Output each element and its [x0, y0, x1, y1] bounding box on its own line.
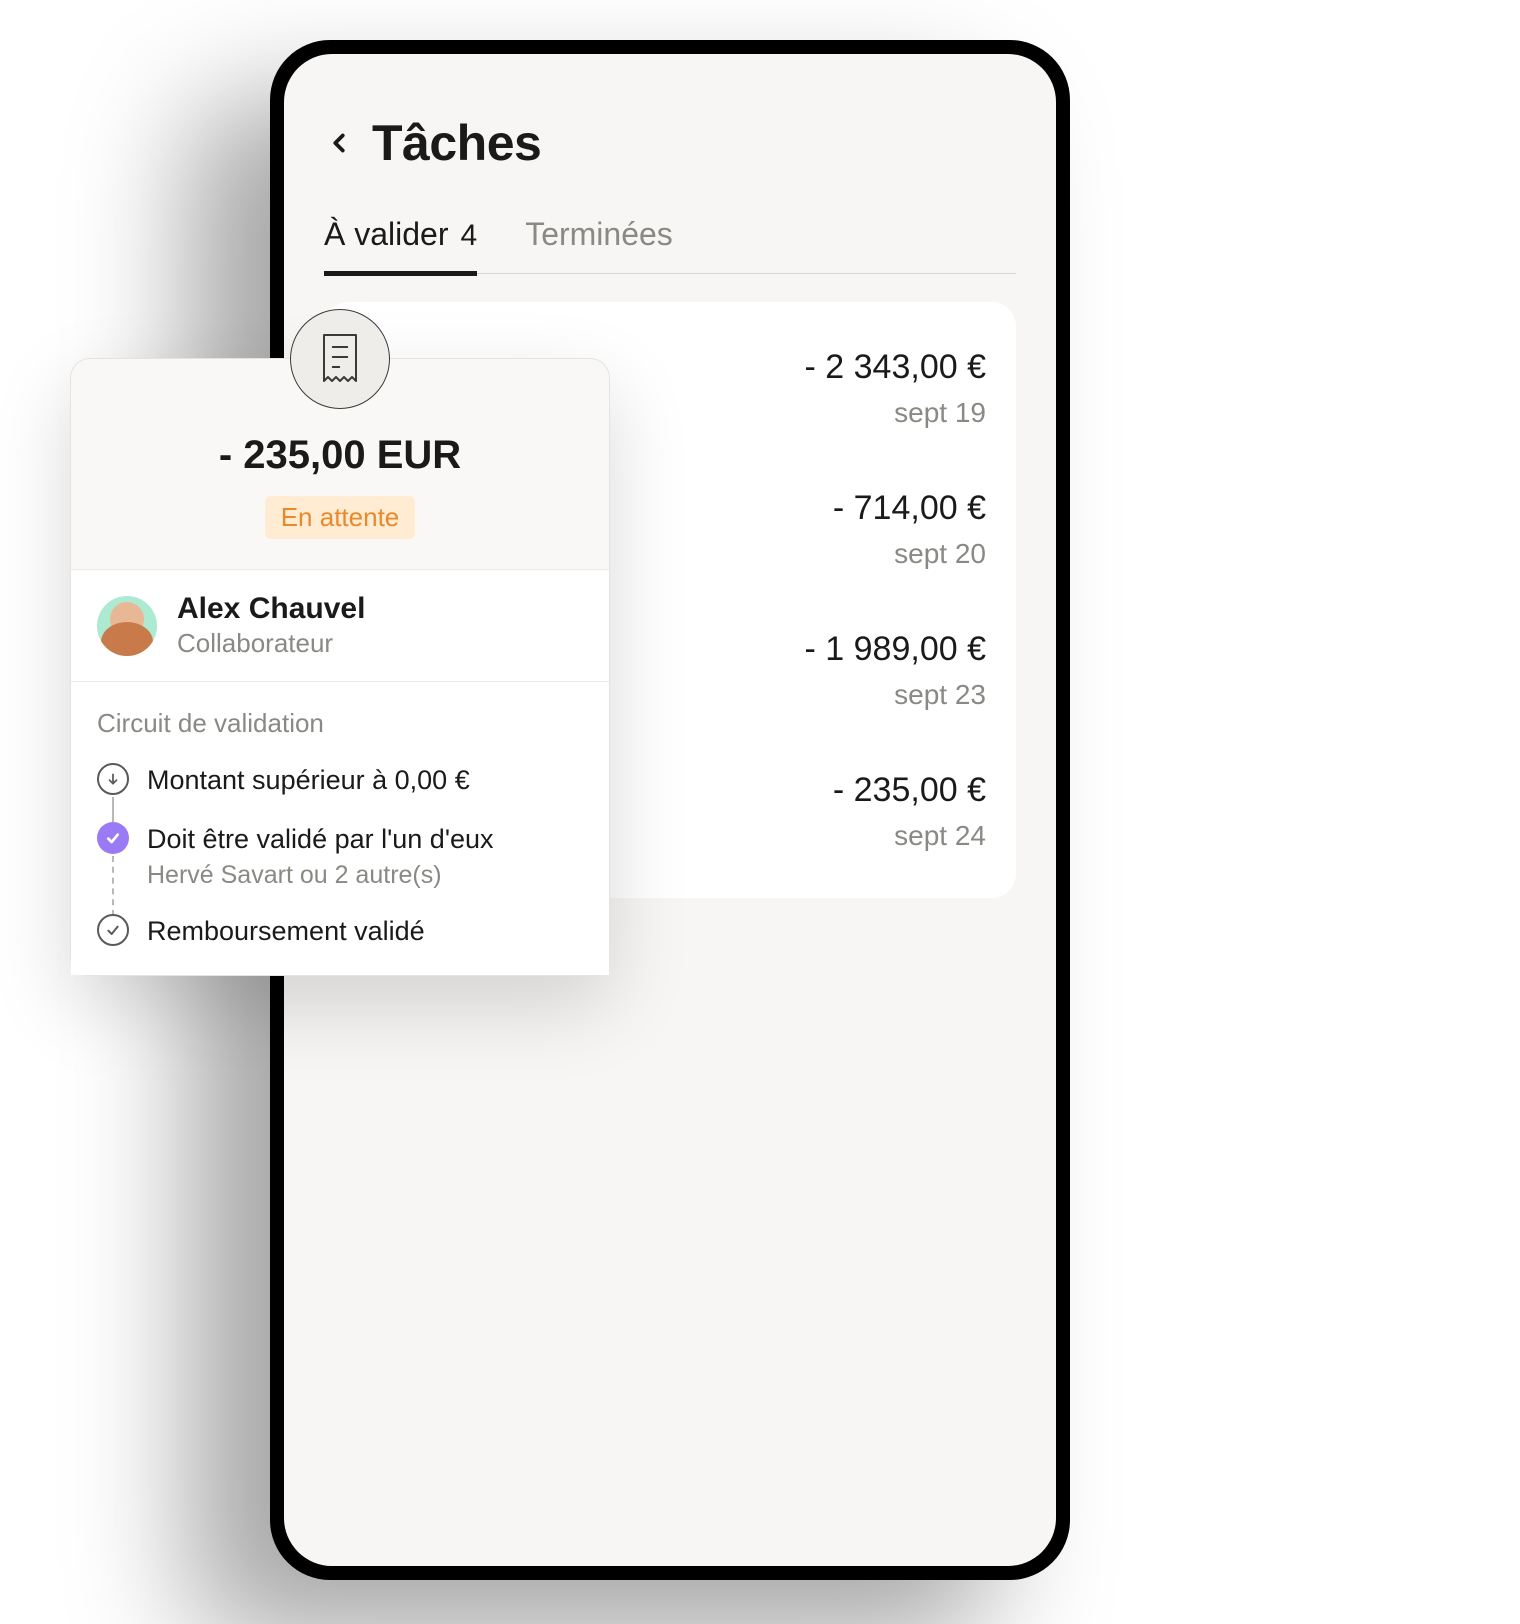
page-title: Tâches	[372, 114, 541, 172]
tab-to-validate[interactable]: À valider 4	[324, 216, 477, 276]
task-amount: - 2 343,00 €	[805, 348, 986, 387]
task-date: sept 23	[894, 679, 986, 711]
person-role: Collaborateur	[177, 628, 365, 659]
task-amount: - 235,00 €	[833, 771, 986, 810]
task-date: sept 24	[894, 820, 986, 852]
person-name: Alex Chauvel	[177, 592, 365, 626]
validation-step: Doit être validé par l'un d'eux Hervé Sa…	[97, 822, 583, 914]
task-amount: - 1 989,00 €	[805, 630, 986, 669]
validation-step: Remboursement validé	[97, 914, 583, 949]
step-title: Remboursement validé	[147, 914, 425, 949]
person-row[interactable]: Alex Chauvel Collaborateur	[71, 569, 609, 682]
step-subtitle: Hervé Savart ou 2 autre(s)	[147, 861, 494, 890]
status-badge: En attente	[265, 496, 416, 539]
validation-step: Montant supérieur à 0,00 €	[97, 763, 583, 822]
step-title: Doit être validé par l'un d'eux	[147, 822, 494, 857]
avatar	[97, 596, 157, 656]
step-title: Montant supérieur à 0,00 €	[147, 763, 470, 798]
tabs: À valider 4 Terminées	[324, 216, 1016, 274]
check-icon	[97, 822, 129, 854]
expense-amount: - 235,00 EUR	[101, 433, 579, 478]
task-amount: - 714,00 €	[833, 489, 986, 528]
expense-detail-card: - 235,00 EUR En attente Alex Chauvel Col…	[70, 358, 610, 976]
receipt-icon	[290, 309, 390, 409]
tab-count: 4	[461, 219, 478, 253]
task-date: sept 20	[894, 538, 986, 570]
tab-label: À valider	[324, 216, 449, 253]
check-icon	[97, 914, 129, 946]
arrow-down-icon	[97, 763, 129, 795]
validation-section: Circuit de validation Montant supérieur …	[71, 682, 609, 975]
tab-label: Terminées	[525, 216, 673, 253]
task-date: sept 19	[894, 397, 986, 429]
header: Tâches	[324, 114, 1016, 172]
back-icon[interactable]	[324, 128, 354, 158]
tab-completed[interactable]: Terminées	[525, 216, 673, 273]
section-title: Circuit de validation	[97, 708, 583, 739]
